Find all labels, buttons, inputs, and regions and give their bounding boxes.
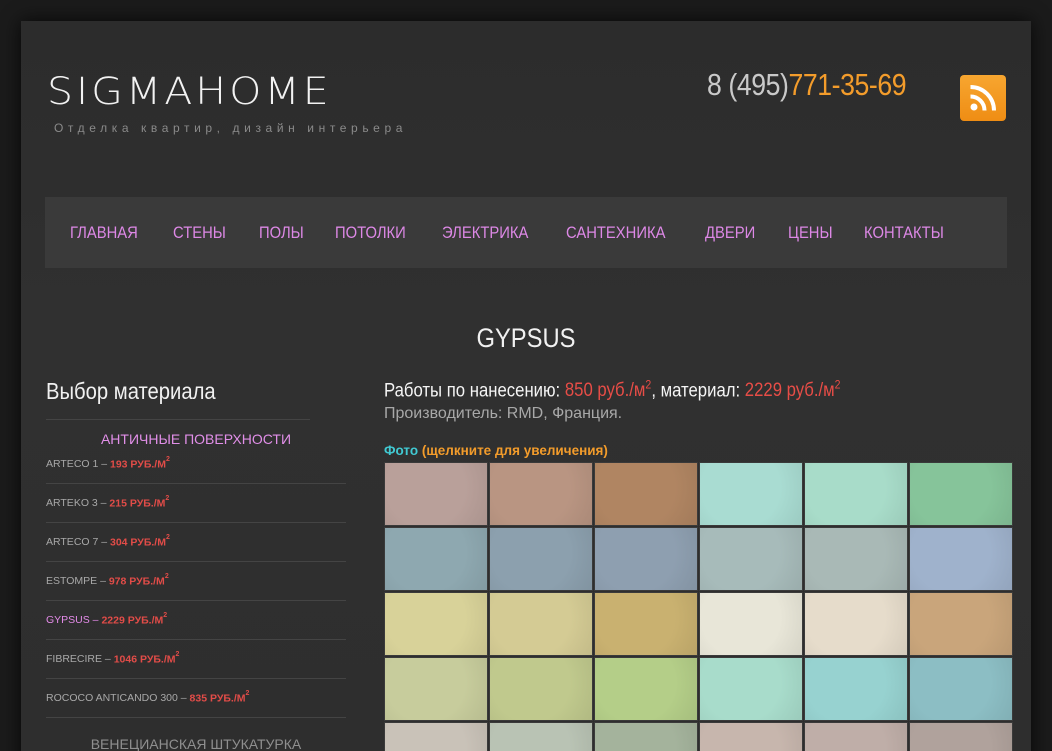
category-venetian[interactable]: ВЕНЕЦИАНСКАЯ ШТУКАТУРКА <box>46 718 346 751</box>
swatch-thumbnail[interactable] <box>594 592 698 657</box>
site-tagline: Отделка квартир, дизайн интерьера <box>54 121 408 135</box>
swatch-thumbnail[interactable] <box>489 592 593 657</box>
nav-ceilings[interactable]: ПОТОЛКИ <box>335 223 406 243</box>
material-name: GYPSUS – <box>46 614 99 626</box>
swatch-thumbnail[interactable] <box>699 657 803 722</box>
price-line: Работы по нанесению: 850 руб./м2, матери… <box>384 378 938 402</box>
rss-icon[interactable] <box>960 75 1006 121</box>
swatch-thumbnail[interactable] <box>489 657 593 722</box>
phone-number: 8 (495)771-35-69 <box>707 67 907 103</box>
swatch-thumbnail[interactable] <box>804 462 908 527</box>
swatch-thumbnail[interactable] <box>804 722 908 751</box>
material-name: ARTECO 7 – <box>46 536 108 548</box>
material-name: ESTOMPE – <box>46 575 106 587</box>
swatch-thumbnail[interactable] <box>594 722 698 751</box>
photo-label: Фото <box>384 443 419 459</box>
photo-hint: (щелкните для увеличения) <box>421 443 608 459</box>
swatch-thumbnail[interactable] <box>489 527 593 592</box>
swatch-thumbnail[interactable] <box>594 462 698 527</box>
sidebar-title: Выбор материала <box>46 378 310 420</box>
material-price: 215 РУБ./М2 <box>109 494 170 510</box>
swatch-thumbnail[interactable] <box>909 527 1013 592</box>
swatch-thumbnail[interactable] <box>384 722 488 751</box>
nav-prices[interactable]: ЦЕНЫ <box>788 223 833 243</box>
material-price: 2229 РУБ./М2 <box>101 611 168 627</box>
nav-electrics[interactable]: ЭЛЕКТРИКА <box>442 223 528 243</box>
swatch-thumbnail[interactable] <box>489 722 593 751</box>
swatch-thumbnail[interactable] <box>804 592 908 657</box>
swatch-thumbnail[interactable] <box>384 592 488 657</box>
material-name: ROCOCO ANTICANDO 300 – <box>46 692 187 704</box>
category-antique[interactable]: АНТИЧНЫЕ ПОВЕРХНОСТИ <box>46 420 346 455</box>
material-item[interactable]: GYPSUS – 2229 РУБ./М2 <box>46 601 346 640</box>
work-label: Работы по нанесению: <box>384 380 561 402</box>
nav-contacts[interactable]: КОНТАКТЫ <box>864 223 944 243</box>
material-item[interactable]: ARTECO 1 – 193 РУБ./М2 <box>46 455 346 484</box>
material-item[interactable]: ARTEKO 3 – 215 РУБ./М2 <box>46 484 346 523</box>
material-item[interactable]: ARTECO 7 – 304 РУБ./М2 <box>46 523 346 562</box>
main-content: Работы по нанесению: 850 руб./м2, матери… <box>384 378 1014 751</box>
swatch-thumbnail[interactable] <box>384 657 488 722</box>
material-price: 978 РУБ./М2 <box>108 572 169 588</box>
photo-header: Фото (щелкните для увеличения) <box>384 443 1014 458</box>
nav-home[interactable]: ГЛАВНАЯ <box>70 223 138 243</box>
swatch-thumbnail[interactable] <box>699 592 803 657</box>
sidebar: Выбор материала АНТИЧНЫЕ ПОВЕРХНОСТИ ART… <box>46 378 346 751</box>
work-price: 850 руб./м2 <box>564 378 652 402</box>
swatch-thumbnail[interactable] <box>384 527 488 592</box>
material-price: 835 РУБ./М2 <box>189 689 250 705</box>
material-list: ARTECO 1 – 193 РУБ./М2 ARTEKO 3 – 215 РУБ… <box>46 455 346 718</box>
material-item[interactable]: FIBRECIRE – 1046 РУБ./М2 <box>46 640 346 679</box>
material-item[interactable]: ROCOCO ANTICANDO 300 – 835 РУБ./М2 <box>46 679 346 718</box>
material-name: ARTEKO 3 – <box>46 497 107 509</box>
swatch-thumbnail[interactable] <box>699 722 803 751</box>
swatch-thumbnail[interactable] <box>804 527 908 592</box>
swatch-thumbnail[interactable] <box>804 657 908 722</box>
site-logo[interactable]: SIGMAHOME <box>47 69 332 113</box>
nav-walls[interactable]: СТЕНЫ <box>173 223 226 243</box>
material-price: 304 РУБ./М2 <box>110 533 170 549</box>
material-price: 2229 руб./м2 <box>744 378 841 402</box>
material-price: 1046 РУБ./М2 <box>113 650 180 666</box>
swatch-thumbnail[interactable] <box>384 462 488 527</box>
material-item[interactable]: ESTOMPE – 978 РУБ./М2 <box>46 562 346 601</box>
comma: , <box>651 380 656 402</box>
swatch-thumbnail[interactable] <box>699 462 803 527</box>
swatch-thumbnail[interactable] <box>909 462 1013 527</box>
phone-code: 8 (495) <box>707 67 789 102</box>
swatch-thumbnail[interactable] <box>699 527 803 592</box>
material-name: FIBRECIRE – <box>46 653 111 665</box>
material-name: ARTECO 1 – <box>46 458 108 470</box>
swatch-thumbnail[interactable] <box>489 462 593 527</box>
nav-doors[interactable]: ДВЕРИ <box>705 223 755 243</box>
phone-digits: 771-35-69 <box>788 67 907 102</box>
swatch-thumbnail[interactable] <box>909 722 1013 751</box>
nav-floors[interactable]: ПОЛЫ <box>259 223 304 243</box>
manufacturer: Производитель: RMD, Франция. <box>384 405 623 423</box>
page-title: GYPSUS <box>476 323 576 353</box>
swatch-gallery <box>384 462 1014 751</box>
main-nav: ГЛАВНАЯ СТЕНЫ ПОЛЫ ПОТОЛКИ ЭЛЕКТРИКА САН… <box>45 197 1007 268</box>
swatch-thumbnail[interactable] <box>909 592 1013 657</box>
material-price: 193 РУБ./М2 <box>110 456 170 471</box>
material-label: материал: <box>660 380 741 402</box>
page-container: SIGMAHOME Отделка квартир, дизайн интерь… <box>21 21 1031 751</box>
swatch-thumbnail[interactable] <box>594 657 698 722</box>
swatch-thumbnail[interactable] <box>594 527 698 592</box>
swatch-thumbnail[interactable] <box>909 657 1013 722</box>
nav-plumbing[interactable]: САНТЕХНИКА <box>566 223 665 243</box>
